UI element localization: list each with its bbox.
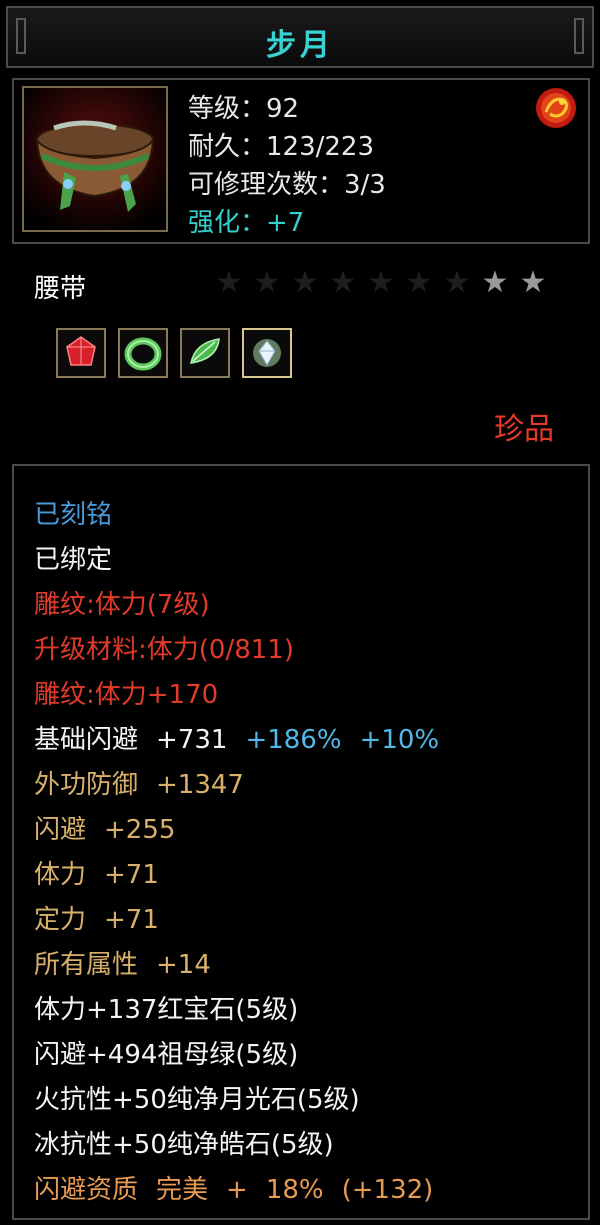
bound-status: 已绑定 bbox=[34, 545, 113, 575]
item-durability: 耐久：123/223 bbox=[188, 132, 375, 162]
upgrade-material: 升级材料:体力(0/811) bbox=[34, 635, 294, 665]
all-attributes-stat: 所有属性 +14 bbox=[34, 950, 211, 980]
carving-bonus: 雕纹:体力+170 bbox=[34, 680, 219, 710]
gem-slots bbox=[56, 328, 292, 378]
item-type-label: 腰带 bbox=[34, 274, 87, 304]
carving-level: 雕纹:体力(7级) bbox=[34, 590, 210, 620]
star-empty-icon: ★ bbox=[329, 265, 357, 300]
item-name-title: 步月 bbox=[266, 28, 334, 63]
star-filled-icon: ★ bbox=[519, 265, 547, 300]
star-empty-icon: ★ bbox=[291, 265, 319, 300]
dodge-aptitude: 闪避资质 完美 +18% (+132) bbox=[34, 1175, 434, 1205]
star-rating: ★ ★ ★ ★ ★ ★ ★ ★ ★ bbox=[212, 266, 550, 300]
stamina-stat: 体力 +71 bbox=[34, 860, 159, 890]
engraved-status: 已刻铭 bbox=[34, 500, 113, 530]
base-dodge-stat: 基础闪避 +731 +186% +10% bbox=[34, 725, 440, 755]
diamond-gem-icon[interactable] bbox=[242, 328, 292, 378]
gem-moonstone-bonus: 火抗性+50纯净月光石(5级) bbox=[34, 1085, 360, 1115]
dodge-stat: 闪避 +255 bbox=[34, 815, 176, 845]
emerald-ring-gem-icon[interactable] bbox=[118, 328, 168, 378]
item-enhance-level: 强化：+7 bbox=[188, 208, 305, 238]
focus-stat: 定力 +71 bbox=[34, 905, 159, 935]
gem-diamond-bonus: 冰抗性+50纯净皓石(5级) bbox=[34, 1130, 334, 1160]
jade-gem-icon[interactable] bbox=[180, 328, 230, 378]
item-repair-count: 可修理次数：3/3 bbox=[188, 170, 386, 200]
star-empty-icon: ★ bbox=[443, 265, 471, 300]
belt-item-icon bbox=[22, 86, 168, 232]
star-filled-icon: ★ bbox=[481, 265, 509, 300]
star-empty-icon: ★ bbox=[367, 265, 395, 300]
dragon-emblem-icon bbox=[532, 84, 580, 132]
item-level: 等级：92 bbox=[188, 94, 300, 124]
ruby-gem-icon[interactable] bbox=[56, 328, 106, 378]
gem-ruby-bonus: 体力+137红宝石(5级) bbox=[34, 995, 299, 1025]
external-defense-stat: 外功防御 +1347 bbox=[34, 770, 244, 800]
star-empty-icon: ★ bbox=[405, 265, 433, 300]
star-empty-icon: ★ bbox=[215, 265, 243, 300]
item-rarity: 珍品 bbox=[494, 412, 554, 447]
title-bar: 步月 bbox=[6, 6, 594, 68]
gem-emerald-bonus: 闪避+494祖母绿(5级) bbox=[34, 1040, 299, 1070]
star-empty-icon: ★ bbox=[253, 265, 281, 300]
